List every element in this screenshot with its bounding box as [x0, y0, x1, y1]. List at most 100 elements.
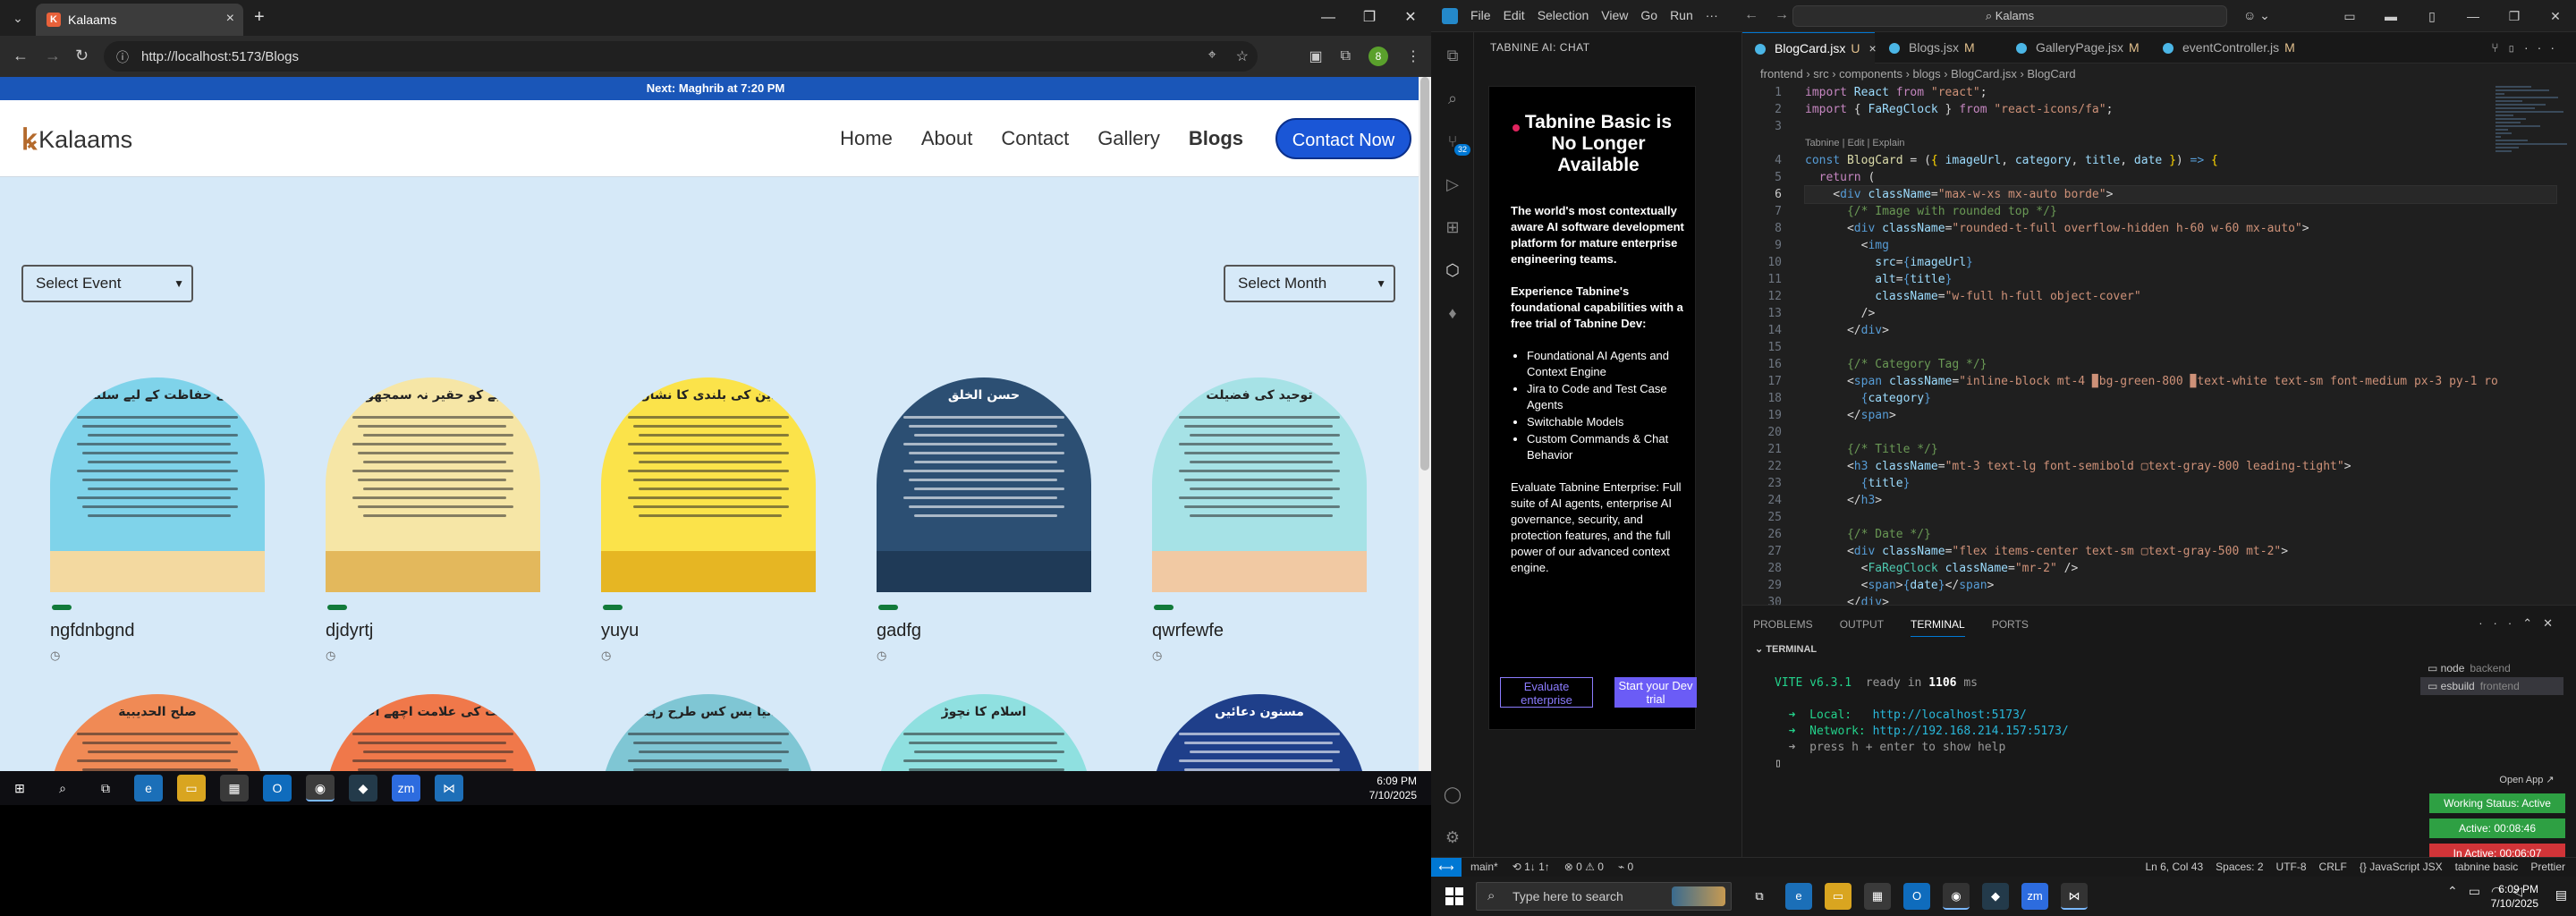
notification-icon[interactable]: ▤: [2555, 887, 2567, 903]
evaluate-enterprise-button[interactable]: Evaluate enterprise: [1500, 677, 1593, 708]
blog-card[interactable]: حسن الخلق gadfg ◷: [877, 377, 1091, 663]
panel-actions-icon[interactable]: ···⌃✕: [2479, 616, 2563, 631]
taskbar-search-box[interactable]: ⌕ Type here to search: [1476, 882, 1732, 911]
vscode-icon[interactable]: ⋈: [435, 775, 463, 802]
zoom-icon[interactable]: zm: [2021, 883, 2048, 910]
menu-view[interactable]: View: [1601, 8, 1628, 22]
breadcrumb[interactable]: frontend › src › components › blogs › Bl…: [1742, 64, 2576, 84]
editor-tab-gallerypage[interactable]: GalleryPage.jsx M: [2004, 32, 2148, 64]
search-icon[interactable]: ⌕: [1442, 88, 1463, 109]
network-icon[interactable]: ▭: [2469, 884, 2480, 899]
bookmark-star-icon[interactable]: ☆: [1236, 47, 1249, 65]
blog-card[interactable]: حکمت کی علامت اچھے اعمال: [326, 694, 540, 771]
terminal-instance-esbuild[interactable]: ▭ esbuild frontend: [2420, 677, 2563, 695]
file-explorer-icon[interactable]: ▭: [1825, 883, 1852, 910]
code-editor[interactable]: 1 2 3 4 5 6 7 8 9 10 11 12 13 14 15 16 17 18 19 20 21 22 23 24 2…: [1742, 84, 2576, 605]
tab-terminal[interactable]: TERMINAL: [1911, 618, 1965, 637]
reload-icon[interactable]: ↻: [75, 47, 89, 64]
menu-selection[interactable]: Selection: [1538, 8, 1589, 22]
command-center-search[interactable]: ⌕ Kalams: [1792, 5, 2227, 27]
back-icon[interactable]: ←: [13, 47, 29, 64]
extensions-icon[interactable]: ⊞: [1442, 216, 1463, 238]
close-window-icon[interactable]: ✕: [2535, 0, 2576, 32]
blog-card-title[interactable]: ngfdnbgnd: [50, 621, 265, 641]
editor-actions-icon[interactable]: ⑂▯···: [2491, 40, 2563, 55]
tab-problems[interactable]: PROBLEMS: [1753, 618, 1813, 637]
minimap[interactable]: [2496, 84, 2571, 263]
blog-card[interactable]: مسنون دعائیں: [1152, 694, 1367, 771]
site-logo[interactable]: ꝃ Kalaams: [21, 125, 132, 154]
menu-file[interactable]: File: [1470, 8, 1491, 22]
explorer-icon[interactable]: ⧉: [1442, 45, 1463, 66]
menu-go[interactable]: Go: [1640, 8, 1657, 22]
blog-card[interactable]: اسلام کا نچوڑ: [877, 694, 1091, 771]
zoom-icon[interactable]: zm: [392, 775, 420, 802]
forward-icon[interactable]: →: [45, 47, 61, 64]
language-mode[interactable]: {} JavaScript JSX: [2360, 861, 2443, 873]
restore-icon[interactable]: ❐: [1349, 0, 1390, 36]
search-icon[interactable]: ⌕: [48, 775, 77, 802]
blog-card-title[interactable]: gadfg: [877, 621, 1091, 641]
outlook-icon[interactable]: O: [263, 775, 292, 802]
puzzle-icon[interactable]: ⧉: [1341, 48, 1351, 64]
profile-avatar[interactable]: 8: [1368, 47, 1388, 66]
open-app-button[interactable]: Open App ↗: [2497, 772, 2556, 788]
panel-toggle-icon[interactable]: ▬: [2370, 0, 2411, 32]
contact-now-button[interactable]: Contact Now: [1275, 118, 1411, 159]
git-branch[interactable]: main*: [1470, 861, 1498, 873]
local-url[interactable]: http://localhost:5173/: [1873, 708, 2027, 722]
settings-gear-icon[interactable]: ⚙: [1442, 827, 1463, 848]
browser-tab-kalaams[interactable]: K Kalaams ×: [36, 4, 243, 36]
store-icon[interactable]: ▦: [1864, 883, 1891, 910]
blog-card-title[interactable]: djdyrtj: [326, 621, 540, 641]
chevron-up-icon[interactable]: ⌃: [2447, 884, 2458, 899]
codelens[interactable]: Tabnine | Edit | Explain: [1805, 135, 2556, 152]
blog-card[interactable]: بی حفاظت کے لیے سلنکو ngfdnbgnd ◷: [50, 377, 265, 663]
blog-card-title[interactable]: yuyu: [601, 621, 816, 641]
editor-tab-blogs[interactable]: Blogs.jsx M: [1877, 32, 2002, 64]
source-control-icon[interactable]: ⑂ 32: [1442, 131, 1470, 156]
terminal-instance-node[interactable]: ▭ node backend: [2420, 659, 2563, 677]
site-info-icon[interactable]: ⓘ: [116, 48, 129, 66]
start-dev-trial-button[interactable]: Start your Dev trial: [1614, 677, 1697, 708]
taskbar-left-clock[interactable]: 6:09 PM 7/10/2025: [1369, 774, 1417, 802]
blog-card-title[interactable]: qwrfewfe: [1152, 621, 1367, 641]
ports-count[interactable]: ⌁ 0: [1618, 861, 1633, 873]
blog-card[interactable]: بے کو حقیر نہ سمجھو djdyrtj ◷: [326, 377, 540, 663]
prettier-status[interactable]: Prettier: [2530, 861, 2565, 873]
line-ending[interactable]: CRLF: [2319, 861, 2347, 873]
minimize-icon[interactable]: —: [2453, 0, 2494, 32]
location-icon[interactable]: ⌖: [1208, 47, 1216, 65]
editor-tab-eventcontroller[interactable]: eventController.js M: [2150, 32, 2311, 64]
nav-gallery[interactable]: Gallery: [1097, 127, 1160, 150]
remote-icon[interactable]: ⟷: [1431, 858, 1462, 878]
problems-count[interactable]: ⊗ 0 ⚠ 0: [1564, 861, 1604, 873]
windows-start-icon[interactable]: [1445, 887, 1463, 905]
terminal-output[interactable]: VITE v6.3.1 ready in 1106 ms ➜ Local: ht…: [1775, 675, 2454, 772]
nav-blogs[interactable]: Blogs: [1189, 127, 1243, 150]
indentation[interactable]: Spaces: 2: [2216, 861, 2263, 873]
nav-home[interactable]: Home: [840, 127, 893, 150]
file-explorer-icon[interactable]: ▭: [177, 775, 206, 802]
blog-card[interactable]: دنیا بس کس طرح رہنا: [601, 694, 816, 771]
store-icon[interactable]: ▦: [220, 775, 249, 802]
extension-icon[interactable]: ▣: [1309, 47, 1322, 65]
blog-card[interactable]: توحید کی فضیلت qwrfewfe ◷: [1152, 377, 1367, 663]
address-bar[interactable]: ⓘ http://localhost:5173/Blogs ⌖ ☆: [104, 41, 1258, 72]
app-icon[interactable]: ◆: [1982, 883, 2009, 910]
new-tab-icon[interactable]: +: [254, 7, 265, 28]
menu-edit[interactable]: Edit: [1504, 8, 1525, 22]
layout-icon[interactable]: ▭: [2329, 0, 2370, 32]
page-scroll-thumb[interactable]: [1420, 77, 1429, 471]
copilot-icon[interactable]: ☺ ⌄: [2243, 8, 2270, 23]
app-icon[interactable]: ◆: [349, 775, 377, 802]
encoding[interactable]: UTF-8: [2276, 861, 2307, 873]
tab-ports[interactable]: PORTS: [1992, 618, 2029, 637]
close-window-icon[interactable]: ✕: [1390, 0, 1431, 36]
edge-icon[interactable]: e: [134, 775, 163, 802]
taskbar-right-clock[interactable]: 6:09 PM 7/10/2025: [2491, 882, 2538, 911]
editor-tab-blogcard[interactable]: BlogCard.jsx U ×: [1742, 32, 1877, 64]
select-event-dropdown[interactable]: Select Event ▼: [21, 265, 193, 302]
chrome-icon[interactable]: ◉: [306, 775, 335, 802]
tabnine-status[interactable]: tabnine basic: [2455, 861, 2519, 873]
